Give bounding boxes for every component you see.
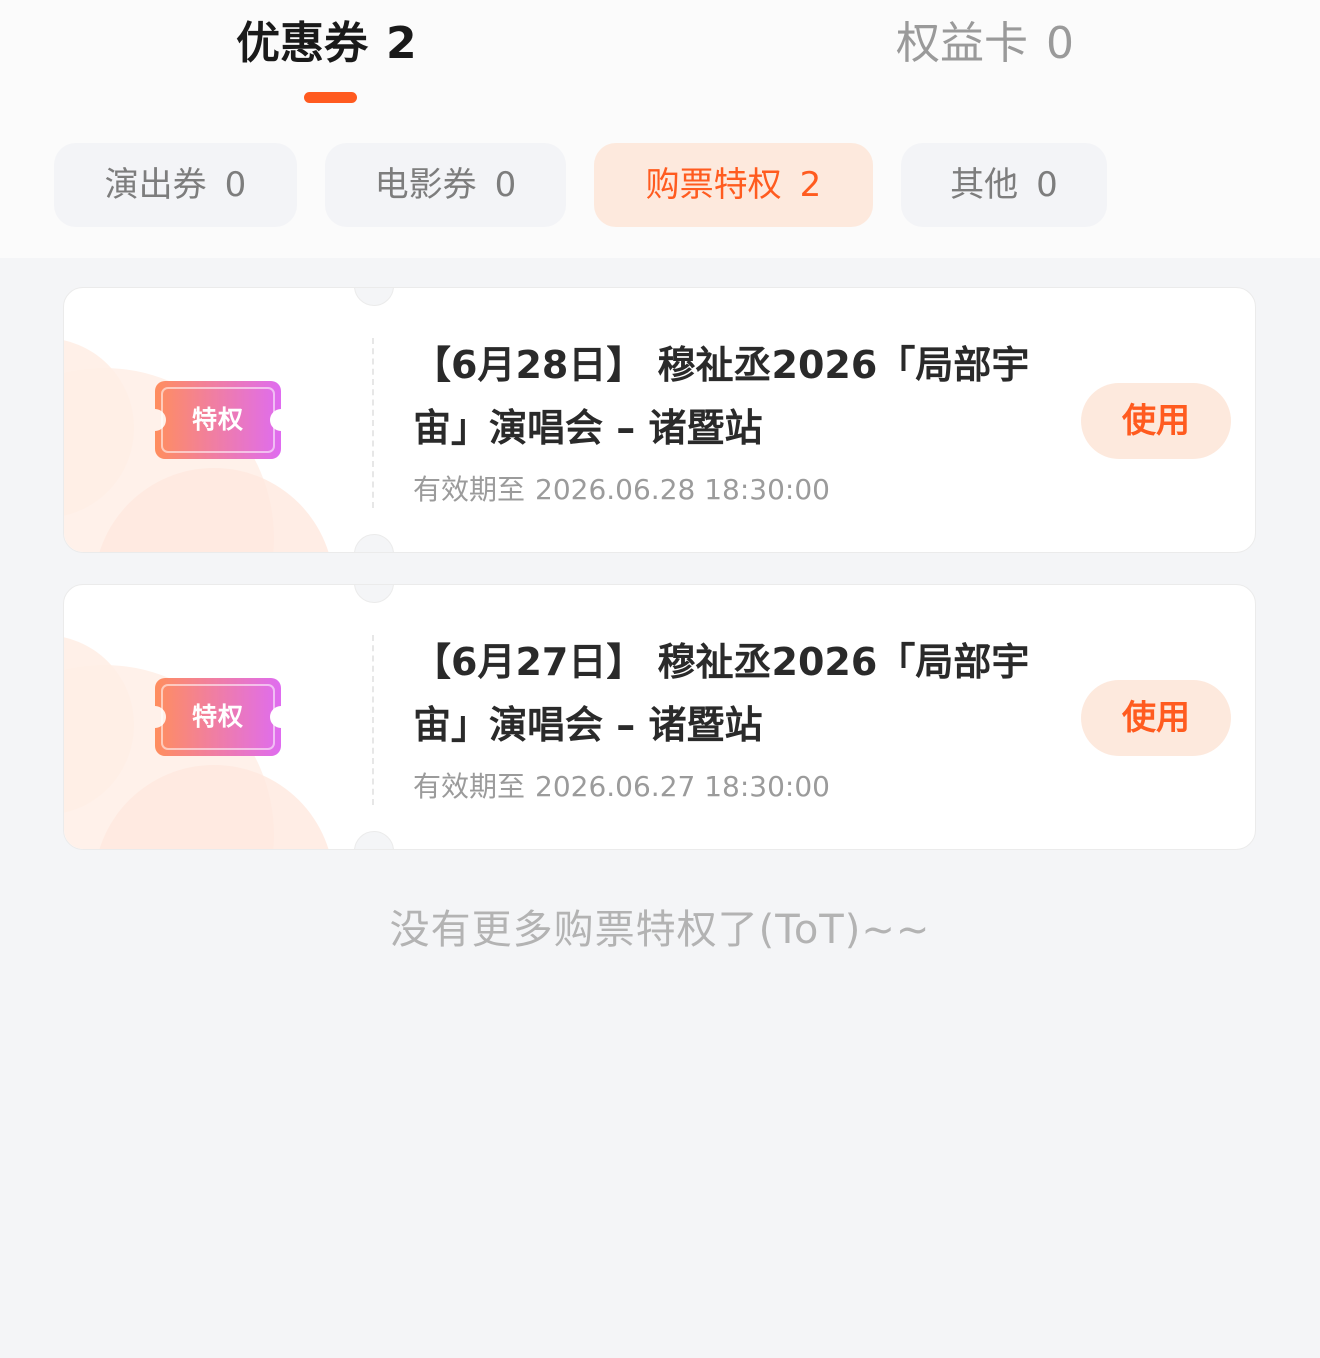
use-button[interactable]: 使用: [1081, 680, 1231, 756]
coupon-validity: 有效期至 2026.06.27 18:30:00: [413, 767, 830, 807]
validity-date: 2026.06.27 18:30:00: [535, 770, 830, 803]
filter-chip-show-count: 0: [224, 165, 247, 205]
coupon-title: 【6月27日】 穆祉丞2026「局部宇宙」演唱会 – 诸暨站: [413, 640, 1030, 747]
tab-benefit-cards-label: 权益卡: [896, 18, 1028, 69]
privilege-badge-label: 特权: [191, 405, 244, 434]
privilege-badge-label: 特权: [191, 702, 244, 731]
filter-chip-show-label: 演出券: [104, 165, 207, 205]
privilege-badge: 特权: [155, 678, 281, 756]
end-of-list-message: 没有更多购票特权了(ToT)~~: [389, 907, 931, 953]
filter-chip-movie-count: 0: [494, 165, 517, 205]
validity-label: 有效期至: [413, 770, 526, 803]
tab-coupons[interactable]: 优惠券 2: [236, 14, 417, 74]
filter-chip-show[interactable]: 演出券 0: [54, 143, 297, 227]
filter-chip-other[interactable]: 其他 0: [901, 143, 1107, 227]
coupon-card: 特权 【6月27日】 穆祉丞2026「局部宇宙」演唱会 – 诸暨站 有效期至 20…: [63, 584, 1256, 850]
coupon-validity: 有效期至 2026.06.28 18:30:00: [413, 470, 830, 510]
tab-benefit-cards-count: 0: [1046, 18, 1074, 69]
filter-chip-other-count: 0: [1036, 165, 1058, 205]
validity-label: 有效期至: [413, 473, 526, 506]
ticket-divider: [372, 338, 374, 508]
ticket-divider: [372, 635, 374, 805]
tab-coupons-label: 优惠券: [236, 18, 368, 69]
use-button[interactable]: 使用: [1081, 383, 1231, 459]
coupon-title: 【6月28日】 穆祉丞2026「局部宇宙」演唱会 – 诸暨站: [413, 343, 1030, 450]
privilege-badge: 特权: [155, 381, 281, 459]
tab-benefit-cards[interactable]: 权益卡 0: [896, 14, 1074, 74]
tab-coupons-count: 2: [386, 18, 417, 69]
filter-chip-ticket-privilege-label: 购票特权: [645, 165, 782, 205]
filter-chip-other-label: 其他: [950, 165, 1019, 205]
header-region: 优惠券 2 权益卡 0 演出券 0 电影券 0 购票特权 2 其他 0: [0, 0, 1320, 258]
coupon-card: 特权 【6月28日】 穆祉丞2026「局部宇宙」演唱会 – 诸暨站 有效期至 20…: [63, 287, 1256, 553]
active-tab-indicator: [304, 92, 357, 103]
filter-chip-ticket-privilege-count: 2: [799, 165, 822, 205]
filter-chip-movie[interactable]: 电影券 0: [325, 143, 566, 227]
filter-chip-ticket-privilege[interactable]: 购票特权 2: [594, 143, 873, 227]
coupon-page: 优惠券 2 权益卡 0 演出券 0 电影券 0 购票特权 2 其他 0 特权 【…: [0, 0, 1320, 1358]
validity-date: 2026.06.28 18:30:00: [535, 473, 830, 506]
filter-chip-movie-label: 电影券: [374, 165, 477, 205]
